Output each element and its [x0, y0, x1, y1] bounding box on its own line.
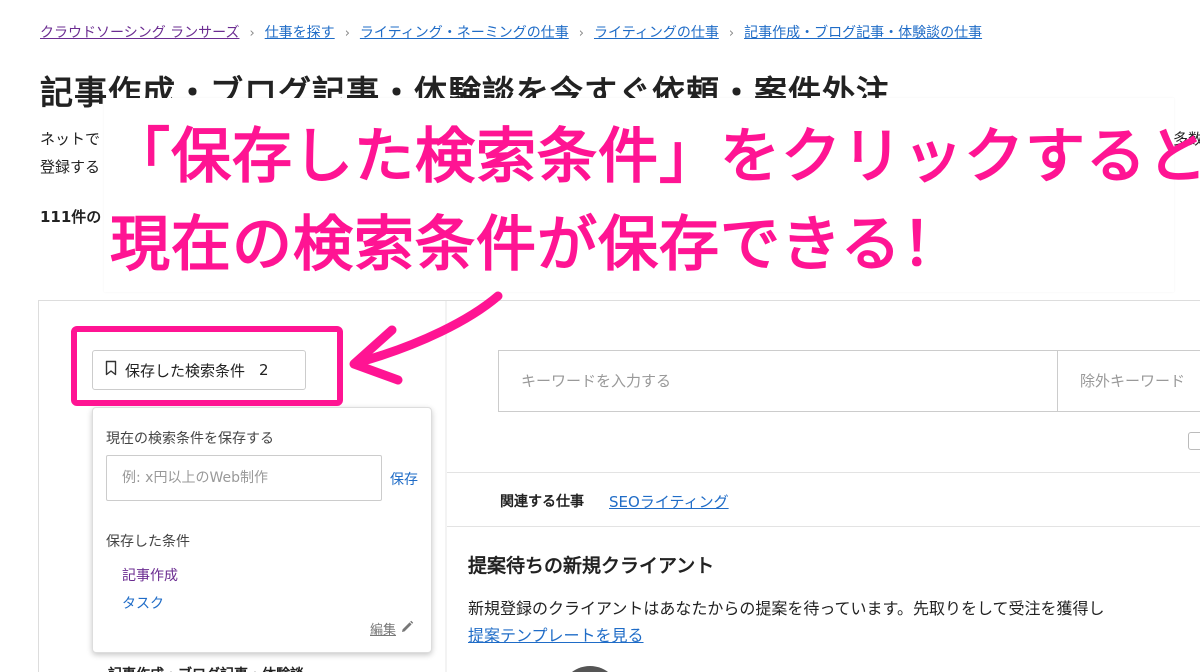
breadcrumb-link-writing-naming[interactable]: ライティング・ネーミングの仕事	[360, 25, 569, 41]
breadcrumb-separator: ›	[728, 26, 735, 41]
search-name-input[interactable]: 例: x円以上のWeb制作	[106, 455, 382, 501]
keyword-search-input[interactable]: キーワードを入力する	[498, 350, 1058, 412]
saved-conditions-heading: 保存した条件	[106, 534, 190, 550]
annotation-text-line1: 「保存した検索条件」をクリックすると	[110, 122, 1200, 192]
new-clients-description: 新規登録のクライアントはあなたからの提案を待っています。先取りをして受注を獲得し	[468, 599, 1105, 618]
breadcrumb: クラウドソーシング ランサーズ › 仕事を探す › ライティング・ネーミングの仕事 › ライ…	[40, 22, 982, 42]
breadcrumb-link-writing[interactable]: ライティングの仕事	[594, 25, 719, 41]
divider	[447, 526, 1200, 527]
annotation-highlight-box	[71, 326, 343, 406]
breadcrumb-link-lancers[interactable]: クラウドソーシング ランサーズ	[40, 25, 239, 41]
exclude-keyword-input[interactable]: 除外キーワード	[1057, 350, 1200, 412]
divider	[447, 472, 1200, 473]
related-work-label: 関連する仕事	[500, 494, 584, 510]
sidebar-category-title: 記事作成・ブログ記事・体験談	[108, 664, 304, 672]
annotation-text-line2: 現在の検索条件が保存できる！	[110, 210, 963, 280]
save-search-button[interactable]: 保存	[390, 469, 418, 489]
breadcrumb-link-find-work[interactable]: 仕事を探す	[265, 25, 335, 41]
save-current-label: 現在の検索条件を保存する	[106, 431, 274, 447]
proposal-template-link[interactable]: 提案テンプレートを見る	[468, 622, 644, 646]
filter-checkbox[interactable]	[1188, 432, 1200, 450]
breadcrumb-separator: ›	[578, 26, 584, 41]
pencil-icon	[396, 620, 414, 638]
saved-condition-item[interactable]: 記事作成	[122, 565, 178, 585]
result-count: 111件の	[40, 208, 102, 226]
related-work-link-seo[interactable]: SEOライティング	[609, 491, 729, 512]
edit-saved-conditions-link[interactable]: 編集	[370, 619, 414, 638]
page-description-line2: 登録する	[40, 158, 101, 176]
saved-condition-item[interactable]: タスク	[122, 593, 164, 613]
breadcrumb-separator: ›	[249, 26, 255, 41]
new-clients-heading: 提案待ちの新規クライアント	[468, 555, 715, 577]
breadcrumb-separator: ›	[344, 26, 350, 41]
breadcrumb-link-article-blog[interactable]: 記事作成・ブログ記事・体験談の仕事	[744, 25, 982, 41]
edit-label: 編集	[370, 623, 397, 638]
saved-search-dropdown: 現在の検索条件を保存する 例: x円以上のWeb制作 保存 保存した条件 記事作…	[92, 407, 432, 653]
page-description-line1: ネットで	[40, 130, 101, 148]
